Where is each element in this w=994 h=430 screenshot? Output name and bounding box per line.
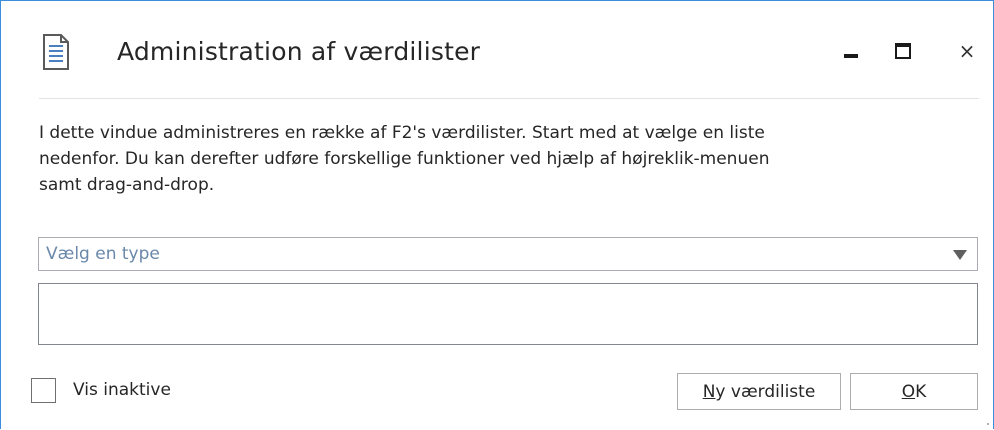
type-select-placeholder: Vælg en type (46, 244, 160, 264)
title-divider (39, 98, 979, 99)
minimize-button[interactable] (833, 31, 869, 71)
window-title: Administration af værdilister (117, 37, 481, 66)
ok-label: K (915, 381, 927, 402)
type-select[interactable]: Vælg en type (38, 237, 978, 271)
value-list-box[interactable] (38, 283, 978, 345)
new-value-list-button[interactable]: Ny værdiliste (677, 373, 841, 410)
maximize-button[interactable] (885, 31, 921, 71)
new-value-list-label: y værdiliste (715, 381, 816, 402)
show-inactive-checkbox[interactable] (31, 378, 56, 403)
document-list-icon (43, 34, 69, 70)
new-value-list-mnemonic: N (702, 381, 716, 402)
title-bar[interactable]: Administration af værdilister × (1, 1, 993, 97)
ok-button[interactable]: OK (850, 373, 978, 410)
ok-mnemonic: O (901, 381, 916, 402)
close-button[interactable]: × (949, 31, 985, 71)
dialog-window: Administration af værdilister × I dette … (0, 0, 994, 429)
close-icon: × (958, 39, 976, 63)
description-text: I dette vindue administreres en række af… (39, 123, 770, 195)
minimize-icon (844, 54, 858, 58)
chevron-down-icon[interactable] (953, 250, 967, 260)
maximize-icon (895, 43, 911, 59)
resize-grip-icon[interactable] (985, 421, 989, 425)
show-inactive-label[interactable]: Vis inaktive (73, 380, 171, 400)
